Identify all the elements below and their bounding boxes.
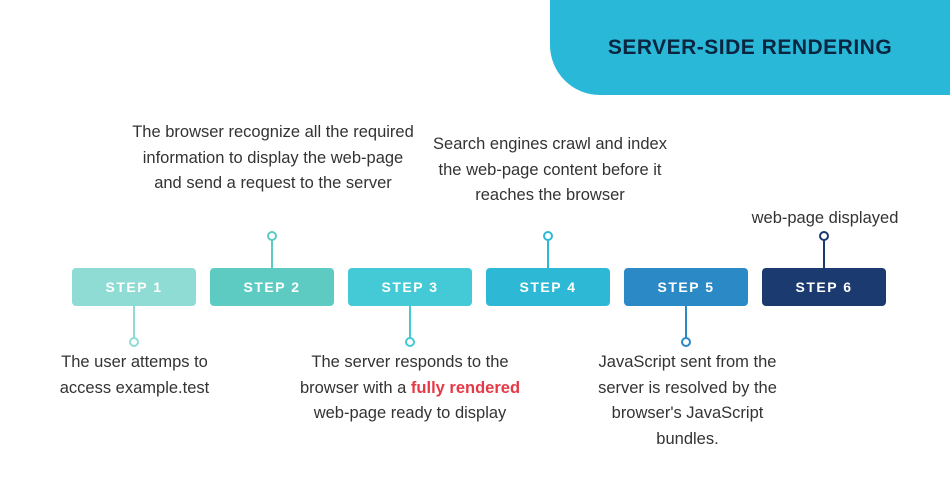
desc-step-1: The user attemps to access example.test bbox=[42, 350, 227, 401]
step-box-2: STEP 2 bbox=[210, 268, 334, 306]
step-box-5: STEP 5 bbox=[624, 268, 748, 306]
steps-row: STEP 1 STEP 2 STEP 3 STEP 4 STEP 5 STEP … bbox=[72, 268, 886, 306]
desc-step-3: The server responds to the browser with … bbox=[280, 350, 540, 427]
step-box-4: STEP 4 bbox=[486, 268, 610, 306]
step-box-1: STEP 1 bbox=[72, 268, 196, 306]
connector-step-1 bbox=[133, 306, 135, 342]
desc-step-3-highlight: fully rendered bbox=[411, 379, 520, 397]
step-box-6: STEP 6 bbox=[762, 268, 886, 306]
connector-step-6 bbox=[823, 236, 825, 268]
connector-step-3 bbox=[409, 306, 411, 342]
desc-step-6: web-page displayed bbox=[730, 206, 920, 232]
ssr-diagram: The browser recognize all the required i… bbox=[0, 120, 950, 480]
desc-step-5: JavaScript sent from the server is resol… bbox=[585, 350, 790, 452]
connector-step-4 bbox=[547, 236, 549, 268]
title-banner: SERVER-SIDE RENDERING bbox=[550, 0, 950, 95]
desc-step-3-post: web-page ready to display bbox=[314, 404, 507, 422]
title-text: SERVER-SIDE RENDERING bbox=[608, 36, 892, 60]
desc-step-2: The browser recognize all the required i… bbox=[128, 120, 418, 197]
connector-step-2 bbox=[271, 236, 273, 268]
desc-step-4: Search engines crawl and index the web-p… bbox=[420, 132, 680, 209]
connector-step-5 bbox=[685, 306, 687, 342]
step-box-3: STEP 3 bbox=[348, 268, 472, 306]
